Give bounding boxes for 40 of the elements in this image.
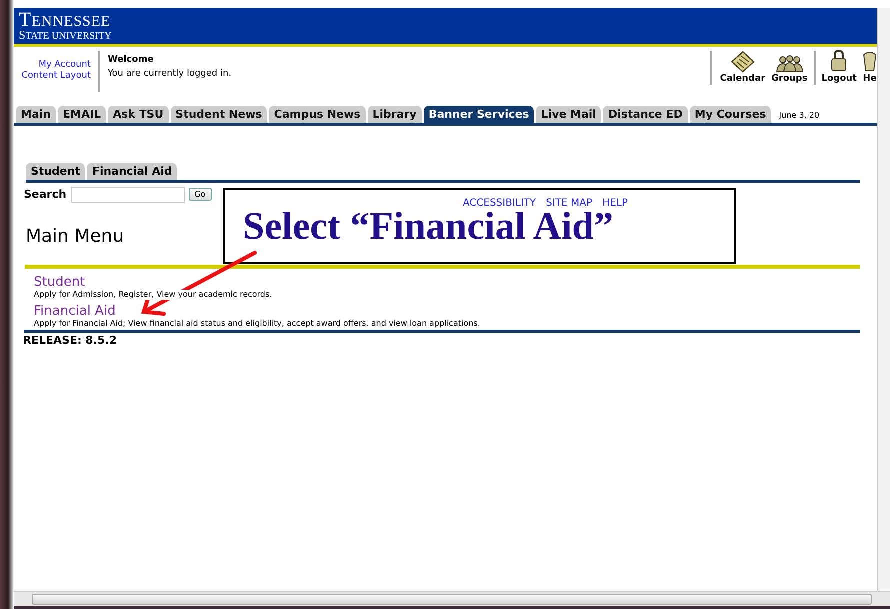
header-link[interactable]: ACCESSIBILITY xyxy=(463,198,536,209)
menu-link[interactable]: Student xyxy=(34,274,86,290)
nav-tab[interactable]: Library xyxy=(368,106,422,123)
menu-link[interactable]: Financial Aid xyxy=(34,304,116,319)
callout-text: Select “Financial Aid” xyxy=(243,208,614,245)
toolbar-link[interactable]: Calendar xyxy=(720,72,766,85)
nav-tab[interactable]: Main xyxy=(16,106,56,123)
nav-tab[interactable]: Campus News xyxy=(269,106,366,123)
university-logo[interactable]: TENNESSEE STATE UNIVERSITY xyxy=(19,10,112,42)
horizontal-scrollbar[interactable] xyxy=(14,591,890,609)
nav-tab[interactable]: Banner Services xyxy=(424,106,534,123)
sub-tab[interactable]: Financial Aid xyxy=(87,162,178,180)
sub-tab[interactable]: Student xyxy=(26,162,86,180)
nav-tab[interactable]: Ask TSU xyxy=(108,106,169,123)
calendar-icon[interactable] xyxy=(730,50,755,73)
nav-tab[interactable]: Student News xyxy=(170,106,268,123)
menu-description: Apply for Financial Aid; View financial aid status and eligibility, accept award offers, and view loan applications. xyxy=(34,318,480,329)
welcome-title: Welcome xyxy=(108,54,155,67)
vertical-scrollbar[interactable] xyxy=(877,8,890,592)
main-menu-heading: Main Menu xyxy=(26,226,124,247)
toolbar-link[interactable]: Groups xyxy=(772,72,808,85)
account-link[interactable]: Content Layout xyxy=(22,70,91,82)
go-button[interactable]: Go xyxy=(188,188,212,202)
padlock-icon[interactable] xyxy=(830,48,848,73)
nav-tab[interactable]: Distance ED xyxy=(603,106,688,123)
header-link[interactable]: HELP xyxy=(602,198,628,209)
login-message: You are currently logged in. xyxy=(108,68,232,81)
search-field[interactable] xyxy=(70,186,185,203)
nav-tab[interactable]: My Courses xyxy=(690,106,772,123)
search-label: Search xyxy=(24,188,67,202)
toolbar-link[interactable]: He xyxy=(863,72,877,85)
toolbar-link[interactable]: Logout xyxy=(822,72,857,85)
account-link[interactable]: My Account xyxy=(38,60,91,71)
nav-tab[interactable]: Live Mail xyxy=(536,106,602,123)
date-text: June 3, 20 xyxy=(779,110,820,122)
people-icon[interactable] xyxy=(774,54,805,73)
release-version: RELEASE: 8.5.2 xyxy=(23,334,118,347)
nav-tab[interactable]: EMAIL xyxy=(58,106,106,123)
header-link[interactable]: SITE MAP xyxy=(546,198,593,209)
menu-description: Apply for Admission, Register, View your academic records. xyxy=(34,290,272,300)
